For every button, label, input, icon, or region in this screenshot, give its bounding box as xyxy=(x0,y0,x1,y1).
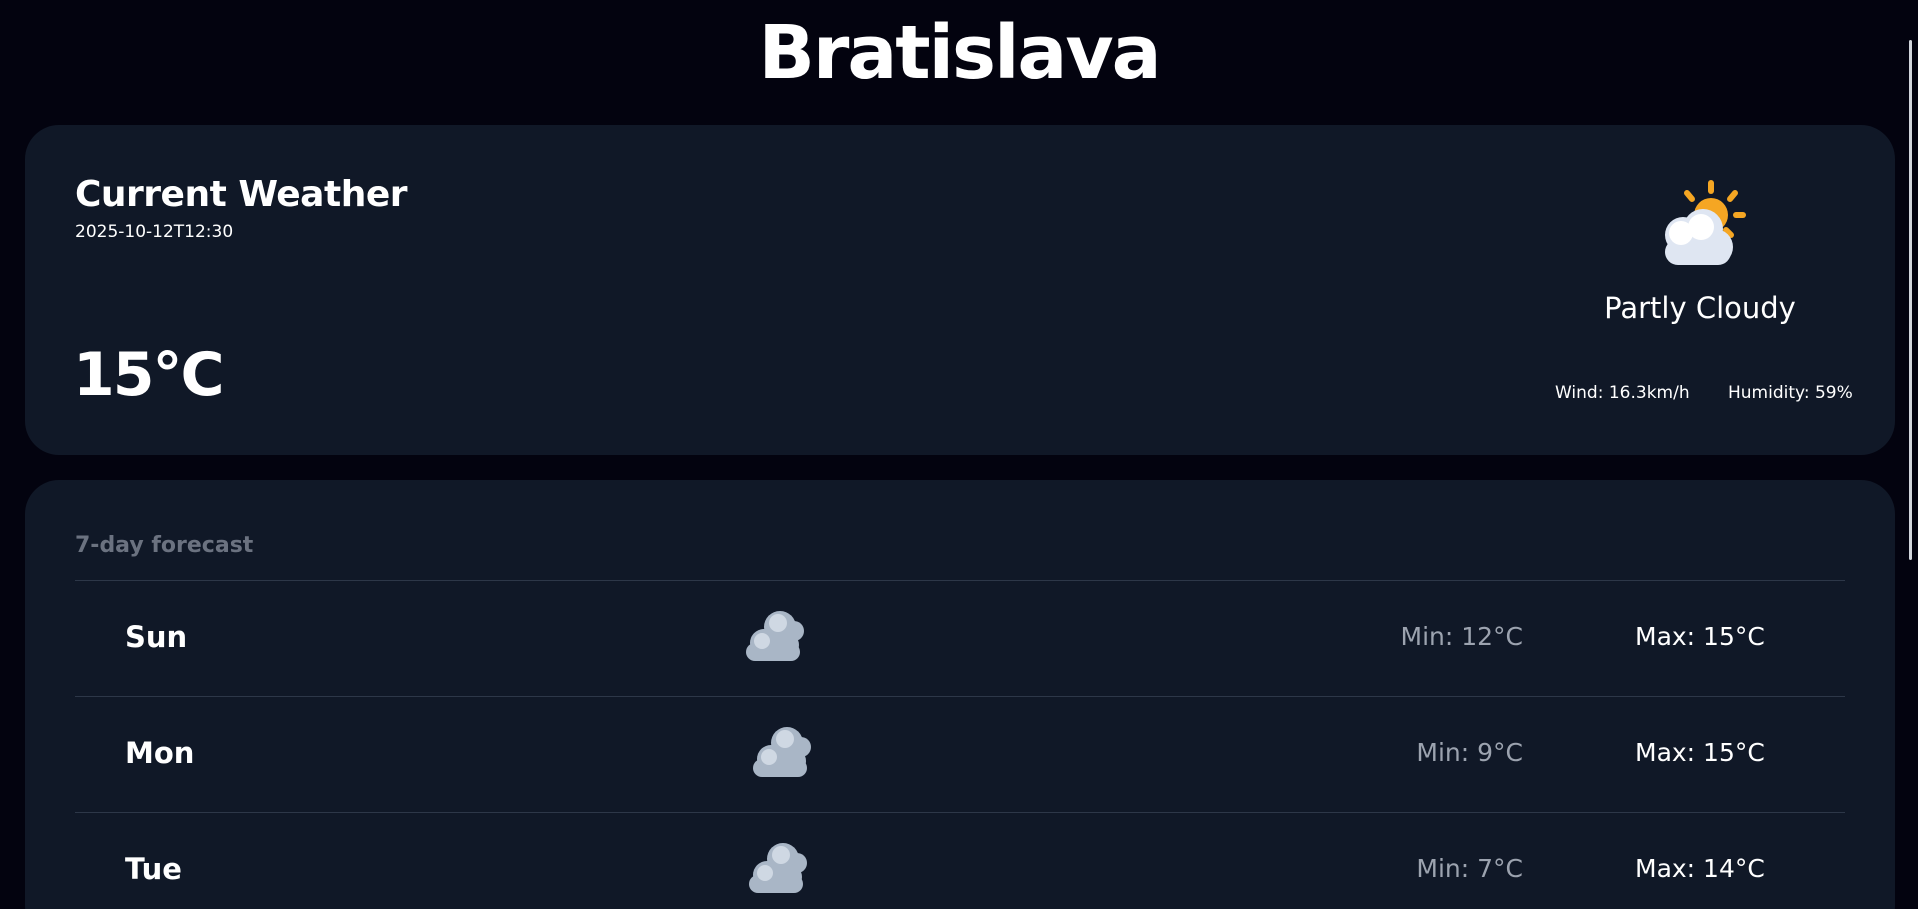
forecast-max: Max: 15°C xyxy=(1635,622,1765,651)
forecast-max: Max: 14°C xyxy=(1635,854,1765,883)
forecast-min: Min: 12°C xyxy=(1400,622,1524,651)
current-weather-heading: Current Weather xyxy=(75,174,408,215)
forecast-min: Min: 9°C xyxy=(1416,738,1523,767)
clouds-icon xyxy=(740,607,810,667)
current-weather-timestamp: 2025-10-12T12:30 xyxy=(75,222,234,242)
clouds-icon xyxy=(743,839,813,899)
forecast-day: Sun xyxy=(125,620,188,654)
humidity: Humidity: 59% xyxy=(1728,383,1853,403)
partly-cloudy-icon xyxy=(1653,177,1749,273)
city-title: Bratislava xyxy=(758,10,1161,96)
forecast-row: Tue Min: 7°C Max: 14°C xyxy=(75,812,1845,909)
forecast-row: Sun Min: 12°C Max: 15°C xyxy=(75,580,1845,696)
wind-speed: Wind: 16.3km/h xyxy=(1555,383,1690,403)
forecast-heading: 7-day forecast xyxy=(75,533,254,558)
current-weather-card: Current Weather 2025-10-12T12:30 15°C Pa… xyxy=(25,125,1895,455)
forecast-max: Max: 15°C xyxy=(1635,738,1765,767)
forecast-card: 7-day forecast Sun Min: 12°C Max: 15°C M… xyxy=(25,480,1895,909)
forecast-day: Tue xyxy=(125,852,182,886)
weather-description: Partly Cloudy xyxy=(1604,291,1796,325)
current-temperature: 15°C xyxy=(73,340,225,410)
weather-page: Bratislava Current Weather 2025-10-12T12… xyxy=(0,0,1918,909)
clouds-icon xyxy=(747,723,817,783)
forecast-row: Mon Min: 9°C Max: 15°C xyxy=(75,696,1845,812)
scrollbar-thumb[interactable] xyxy=(1909,40,1912,560)
forecast-min: Min: 7°C xyxy=(1416,854,1523,883)
forecast-day: Mon xyxy=(125,736,195,770)
forecast-list: Sun Min: 12°C Max: 15°C Mon Min: 9°C Max… xyxy=(75,580,1845,909)
page-scrollbar[interactable] xyxy=(1904,0,1918,909)
